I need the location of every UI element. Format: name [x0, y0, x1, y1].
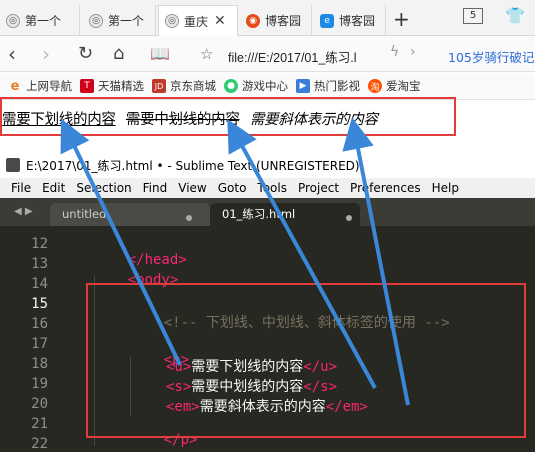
line-number: 12	[31, 236, 48, 252]
menu-help[interactable]: Help	[432, 181, 459, 195]
bookmark-item[interactable]: T 天猫精选	[80, 78, 144, 94]
browser-tab-1[interactable]: ◎ 第一个	[0, 5, 80, 36]
forward-icon[interactable]: ›	[42, 40, 50, 68]
tab-label: 第一个	[108, 14, 145, 28]
star-icon[interactable]: ☆	[200, 45, 213, 63]
video-icon: ▶	[296, 79, 310, 93]
editor-tab-label: untitled	[62, 207, 107, 221]
dropdown-icon[interactable]: ›	[410, 44, 416, 60]
lightning-icon[interactable]: ϟ	[390, 44, 399, 60]
line-number: 19	[31, 376, 48, 392]
tab-label: 博客园	[339, 14, 376, 28]
bookmark-item[interactable]: 淘 爱淘宝	[368, 78, 421, 94]
tab-nav-arrows-icon[interactable]: ◀ ▶	[14, 206, 33, 217]
line-number: 16	[31, 316, 48, 332]
line-number: 17	[31, 336, 48, 352]
game-icon: ●	[224, 79, 238, 93]
unsaved-dot-icon[interactable]	[186, 215, 192, 221]
menu-project[interactable]: Project	[298, 181, 339, 195]
menu-view[interactable]: View	[178, 181, 206, 195]
bookmark-item[interactable]: ● 游戏中心	[224, 78, 288, 94]
line-number: 22	[31, 436, 48, 452]
bookmark-label: 热门影视	[314, 79, 360, 93]
sublime-menu-bar: File Edit Selection Find View Goto Tools…	[0, 178, 535, 198]
line-number-current: 15	[31, 296, 48, 312]
browser-tab-strip: ◎ 第一个 ◎ 第一个 ◎ 重庆 ✕ ◉ 博客园 e 博客园 + 5 👕	[0, 0, 535, 36]
news-promo-link[interactable]: 105岁骑行破记	[448, 47, 534, 66]
refresh-icon[interactable]: ↻	[78, 40, 93, 68]
editor-tab-label: 01_练习.html	[222, 207, 296, 221]
navigation-bar: ‹ › ↻ ⌂ 📖 ☆ file:///E:/2017/01_练习.l ϟ › …	[0, 36, 535, 72]
menu-find[interactable]: Find	[143, 181, 168, 195]
line-number: 18	[31, 356, 48, 372]
sublime-app-icon	[6, 158, 20, 172]
home-icon[interactable]: ⌂	[113, 40, 124, 68]
bookmarks-bar: e 上网导航 T 天猫精选 JD 京东商城 ● 游戏中心 ▶ 热门影视 淘 爱淘…	[0, 73, 535, 100]
jd-icon: JD	[152, 79, 166, 93]
sublime-title-bar: E:\2017\01_练习.html • - Sublime Text (UNR…	[0, 152, 535, 178]
menu-file[interactable]: File	[11, 181, 31, 195]
editor-tab-untitled[interactable]: untitled	[50, 203, 210, 226]
code-highlight-box	[86, 283, 526, 438]
menu-tools[interactable]: Tools	[257, 181, 287, 195]
reader-icon[interactable]: 📖	[150, 40, 170, 68]
window-title: E:\2017\01_练习.html • - Sublime Text (UNR…	[26, 158, 360, 173]
e-icon: e	[10, 78, 20, 94]
tab-count-badge[interactable]: 5	[463, 8, 483, 24]
menu-goto[interactable]: Goto	[218, 181, 247, 195]
bookmark-item[interactable]: JD 京东商城	[152, 78, 216, 94]
globe-icon: ◎	[165, 14, 179, 28]
bookmark-label: 天猫精选	[98, 79, 144, 93]
line-number: 14	[31, 276, 48, 292]
tab-label: 重庆	[184, 14, 209, 29]
taobao-icon: 淘	[368, 79, 382, 93]
line-number: 21	[31, 416, 48, 432]
bookmark-item[interactable]: ▶ 热门影视	[296, 78, 360, 94]
menu-preferences[interactable]: Preferences	[350, 181, 421, 195]
globe-icon: ◎	[6, 13, 20, 28]
skin-icon[interactable]: 👕	[505, 6, 525, 25]
address-input[interactable]: file:///E:/2017/01_练习.l	[228, 47, 357, 66]
bookmark-label: 京东商城	[170, 79, 216, 93]
line-number: 13	[31, 256, 48, 272]
cnblogs-icon: ◉	[246, 13, 260, 28]
bookmark-label: 上网导航	[26, 79, 72, 93]
line-number: 20	[31, 396, 48, 412]
bookmark-item[interactable]: e 上网导航	[8, 78, 72, 94]
tab-label: 博客园	[265, 14, 302, 28]
browser-tab-2[interactable]: ◎ 第一个	[83, 5, 156, 36]
sublime-tab-bar: ◀ ▶ untitled 01_练习.html	[0, 198, 535, 226]
browser-tab-4[interactable]: ◉ 博客园	[240, 5, 312, 36]
browser-logo-icon: e	[320, 13, 334, 28]
unsaved-dot-icon[interactable]	[346, 215, 352, 221]
back-icon[interactable]: ‹	[8, 40, 16, 68]
bookmark-label: 爱淘宝	[386, 79, 421, 93]
browser-tab-active[interactable]: ◎ 重庆 ✕	[158, 5, 238, 36]
menu-edit[interactable]: Edit	[42, 181, 65, 195]
globe-icon: ◎	[89, 13, 103, 28]
tab-label: 第一个	[25, 14, 62, 28]
output-highlight-box	[0, 97, 456, 136]
close-icon[interactable]: ✕	[214, 13, 226, 29]
browser-tab-5[interactable]: e 博客园	[314, 5, 386, 36]
bookmark-label: 游戏中心	[242, 79, 288, 93]
tmall-icon: T	[80, 79, 94, 93]
new-tab-button[interactable]: +	[393, 9, 410, 29]
menu-selection[interactable]: Selection	[76, 181, 131, 195]
screenshot-root: ◎ 第一个 ◎ 第一个 ◎ 重庆 ✕ ◉ 博客园 e 博客园 + 5 👕 ‹ ›…	[0, 0, 535, 452]
editor-tab-active[interactable]: 01_练习.html	[210, 203, 360, 226]
